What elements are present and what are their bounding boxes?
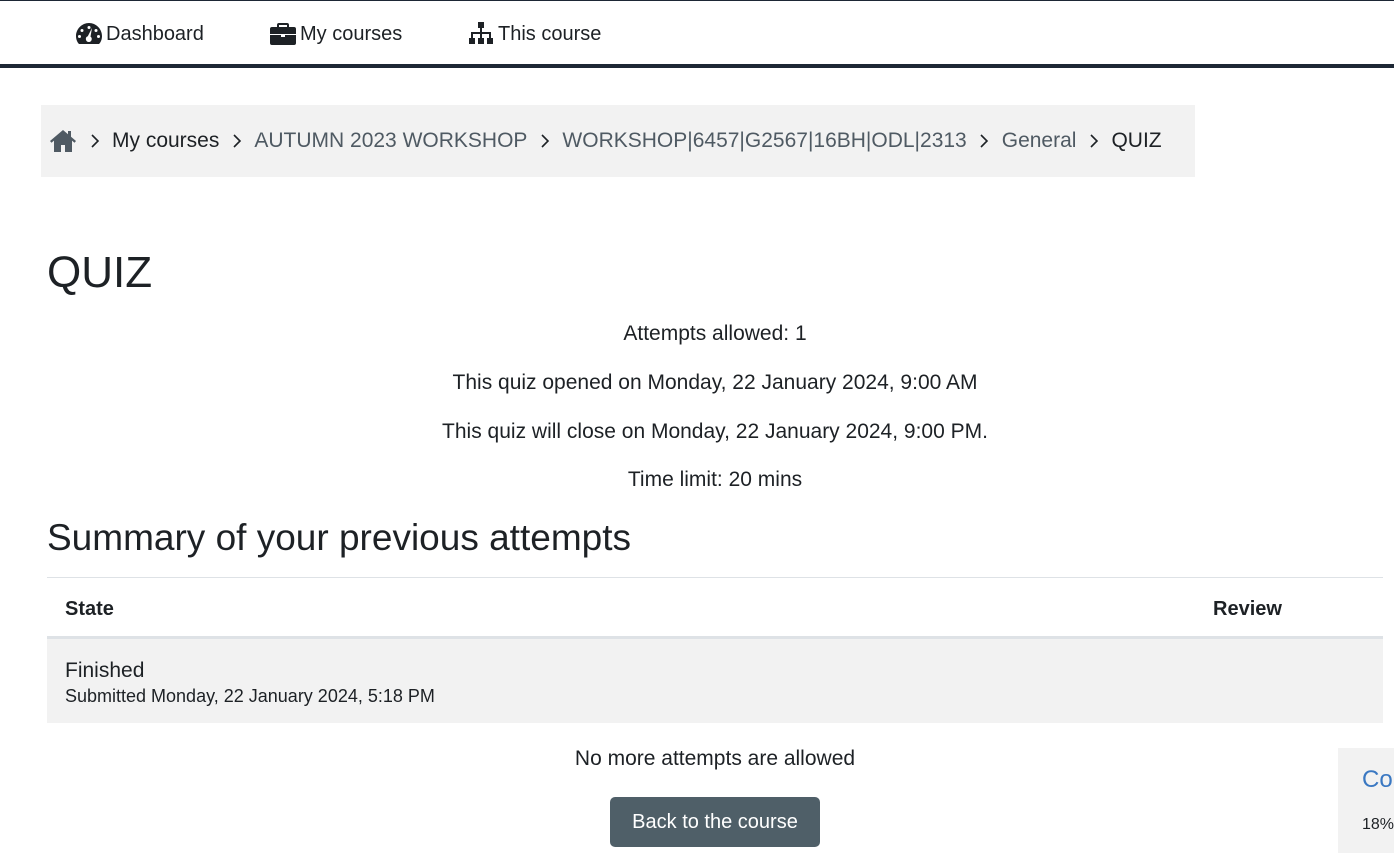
- side-panel: Co 18%: [1338, 748, 1394, 853]
- home-link[interactable]: [49, 128, 77, 154]
- attempt-submitted-date: Submitted Monday, 22 January 2024, 5:18 …: [65, 686, 435, 706]
- summary-heading: Summary of your previous attempts: [47, 517, 631, 558]
- nav-my-courses-label: My courses: [300, 22, 403, 45]
- nav-this-course[interactable]: This course: [467, 19, 601, 49]
- nav-this-course-label: This course: [498, 22, 602, 45]
- nav-dashboard-label: Dashboard: [106, 22, 204, 45]
- sitemap-icon: [469, 22, 493, 44]
- quiz-close-date-text: This quiz will close on Monday, 22 Janua…: [442, 420, 988, 443]
- attempt-state: Finished: [65, 659, 145, 682]
- table-header: State Review: [47, 577, 1383, 639]
- table-row: Finished Submitted Monday, 22 January 20…: [47, 639, 1383, 723]
- chevron-right-icon: [1076, 134, 1111, 148]
- chevron-right-icon: [77, 134, 112, 148]
- time-limit-text: Time limit: 20 mins: [627, 468, 803, 491]
- no-more-attempts-text: No more attempts are allowed: [574, 747, 856, 770]
- top-navigation: Dashboard My courses This course: [0, 0, 1394, 68]
- side-panel-link[interactable]: Co: [1362, 766, 1393, 794]
- chevron-right-icon: [219, 134, 254, 148]
- breadcrumb: My courses AUTUMN 2023 WORKSHOP WORKSHOP…: [41, 105, 1195, 177]
- nav-my-courses[interactable]: My courses: [269, 19, 402, 49]
- column-header-review: Review: [1213, 598, 1282, 620]
- side-panel-percent: 18%: [1362, 816, 1394, 833]
- breadcrumb-my-courses[interactable]: My courses: [112, 129, 219, 153]
- nav-dashboard[interactable]: Dashboard: [75, 19, 204, 49]
- home-icon: [50, 130, 76, 152]
- dashboard-gauge-icon: [76, 23, 102, 44]
- breadcrumb-course-category[interactable]: AUTUMN 2023 WORKSHOP: [254, 129, 527, 153]
- chevron-right-icon: [967, 134, 1002, 148]
- breadcrumb-current: QUIZ: [1111, 129, 1162, 152]
- breadcrumb-course[interactable]: WORKSHOP|6457|G2567|16BH|ODL|2313: [562, 129, 966, 153]
- chevron-right-icon: [527, 134, 562, 148]
- briefcase-icon: [270, 23, 296, 45]
- attempts-allowed-text: Attempts allowed: 1: [623, 322, 807, 345]
- attempts-table: State Review Finished Submitted Monday, …: [47, 577, 1383, 723]
- back-to-course-button[interactable]: Back to the course: [610, 797, 820, 847]
- column-header-state: State: [65, 598, 114, 620]
- breadcrumb-section[interactable]: General: [1002, 129, 1077, 153]
- quiz-open-date-text: This quiz opened on Monday, 22 January 2…: [452, 371, 978, 394]
- page-title: QUIZ: [47, 248, 153, 297]
